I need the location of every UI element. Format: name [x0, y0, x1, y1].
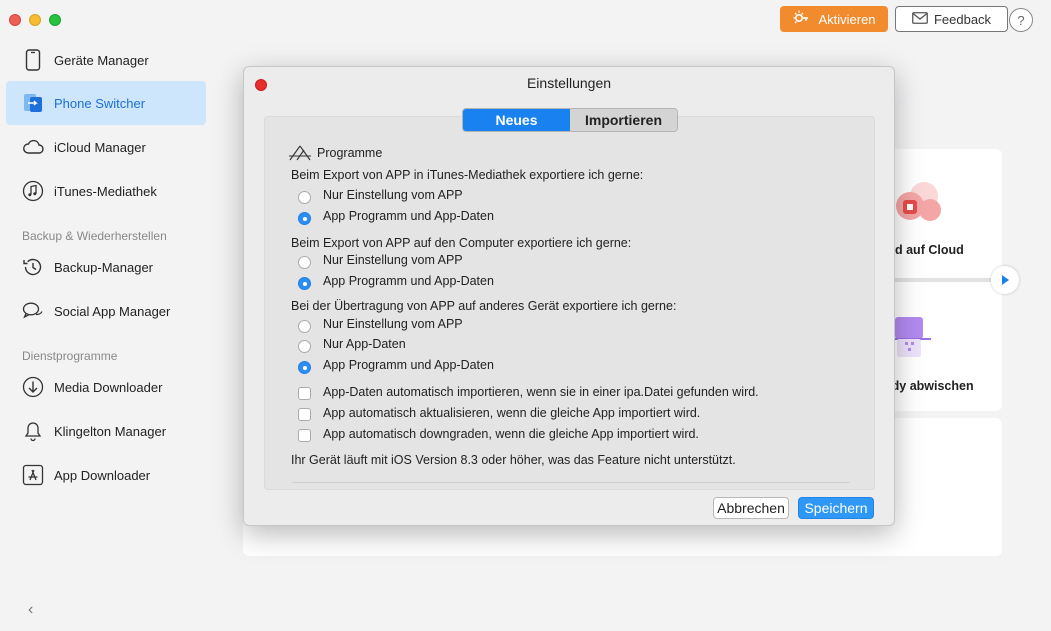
auto-downgrade-label: App automatisch downgraden, wenn die gle… [323, 427, 699, 441]
sidebar-item-media-downloader[interactable]: Media Downloader [6, 365, 206, 409]
group1-option-settings-label: Nur Einstellung vom APP [323, 188, 463, 202]
group1-question: Beim Export von APP in iTunes-Mediathek … [291, 168, 644, 182]
auto-downgrade-checkbox[interactable] [298, 429, 311, 442]
wipe-device-icon [893, 315, 933, 364]
card-wipe-label: ndy abwischen [884, 379, 974, 393]
group3-option-data-label: Nur App-Daten [323, 337, 406, 351]
auto-import-label: App-Daten automatisch importieren, wenn … [323, 385, 759, 399]
bell-icon [22, 420, 44, 442]
carousel-track [895, 278, 992, 282]
tab-switcher: Neues Importieren [462, 108, 678, 132]
sidebar-item-label: Media Downloader [54, 379, 163, 395]
group3-option-data-radio[interactable] [298, 340, 311, 353]
sidebar-item-label: Geräte Manager [54, 52, 149, 68]
auto-update-checkbox[interactable] [298, 408, 311, 421]
group3-question: Bei der Übertragung von APP auf anderes … [291, 299, 677, 313]
auto-update-label: App automatisch aktualisieren, wenn die … [323, 406, 701, 420]
phone-switch-icon [22, 92, 44, 114]
carousel-next-button[interactable] [991, 266, 1019, 294]
key-icon [792, 9, 810, 30]
group3-option-full-radio[interactable] [298, 361, 311, 374]
chat-bubbles-icon [22, 300, 44, 322]
card-cloud-label: d auf Cloud [895, 243, 964, 257]
sidebar-item-label: Phone Switcher [54, 95, 146, 111]
tab-neues[interactable]: Neues [463, 109, 570, 131]
music-note-icon [22, 180, 44, 202]
sidebar-item-label: Social App Manager [54, 303, 171, 319]
feedback-button[interactable]: Feedback [895, 6, 1008, 32]
help-label: ? [1017, 12, 1025, 28]
group2-option-full-radio[interactable] [298, 277, 311, 290]
window-minimize-button[interactable] [29, 14, 41, 26]
group3-option-settings-radio[interactable] [298, 320, 311, 333]
app-store-icon [288, 144, 312, 165]
group2-question: Beim Export von APP auf den Computer exp… [291, 236, 632, 250]
sidebar-item-label: Backup-Manager [54, 259, 153, 275]
sidebar-item-label: Klingelton Manager [54, 423, 167, 439]
window-maximize-button[interactable] [49, 14, 61, 26]
history-icon [22, 256, 44, 278]
triangle-right-icon [1001, 273, 1009, 288]
group2-option-settings-radio[interactable] [298, 256, 311, 269]
sidebar-item-backup-manager[interactable]: Backup-Manager [6, 245, 206, 289]
window-close-button[interactable] [9, 14, 21, 26]
collapse-sidebar-button[interactable]: ‹ [28, 601, 33, 619]
group3-option-full-label: App Programm und App-Daten [323, 358, 494, 372]
cloud-icon [22, 136, 44, 158]
auto-import-checkbox[interactable] [298, 387, 311, 400]
sidebar-item-geraete-manager[interactable]: Geräte Manager [6, 38, 206, 82]
phone-icon [22, 49, 44, 71]
sidebar-item-label: iTunes-Mediathek [54, 183, 157, 199]
help-button[interactable]: ? [1009, 8, 1033, 32]
download-icon [22, 376, 44, 398]
sidebar-item-icloud-manager[interactable]: iCloud Manager [6, 125, 206, 169]
section-label-backup: Backup & Wiederherstellen [22, 229, 167, 243]
cloud-upload-icon [890, 178, 946, 233]
settings-dialog: Einstellungen Neues Importieren Programm… [243, 66, 895, 526]
group1-option-full-label: App Programm und App-Daten [323, 209, 494, 223]
sidebar-item-app-downloader[interactable]: App Downloader [6, 453, 206, 497]
cancel-button[interactable]: Abbrechen [713, 497, 789, 519]
group1-option-settings-radio[interactable] [298, 191, 311, 204]
dialog-title: Einstellungen [526, 75, 612, 91]
group2-option-settings-label: Nur Einstellung vom APP [323, 253, 463, 267]
mail-icon [912, 11, 928, 27]
sidebar-item-label: App Downloader [54, 467, 151, 483]
group1-option-full-radio[interactable] [298, 212, 311, 225]
section-title: Programme [317, 146, 383, 160]
save-button[interactable]: Speichern [798, 497, 874, 519]
activate-label: Aktivieren [818, 11, 876, 27]
sidebar-item-phone-switcher[interactable]: Phone Switcher [6, 81, 206, 125]
sidebar-item-itunes-mediathek[interactable]: iTunes-Mediathek [6, 169, 206, 213]
ios-version-note: Ihr Gerät läuft mit iOS Version 8.3 oder… [291, 453, 736, 467]
group3-option-settings-label: Nur Einstellung vom APP [323, 317, 463, 331]
section-label-dienstprogramme: Dienstprogramme [22, 349, 118, 363]
activate-button[interactable]: Aktivieren [780, 6, 888, 32]
sidebar-item-klingelton-manager[interactable]: Klingelton Manager [6, 409, 206, 453]
panel-divider [292, 482, 850, 483]
sidebar-item-social-app-manager[interactable]: Social App Manager [6, 289, 206, 333]
tab-importieren[interactable]: Importieren [570, 109, 677, 131]
group2-option-full-label: App Programm und App-Daten [323, 274, 494, 288]
feedback-label: Feedback [933, 11, 992, 27]
sidebar-item-label: iCloud Manager [54, 139, 146, 155]
app-store-icon [22, 464, 44, 486]
